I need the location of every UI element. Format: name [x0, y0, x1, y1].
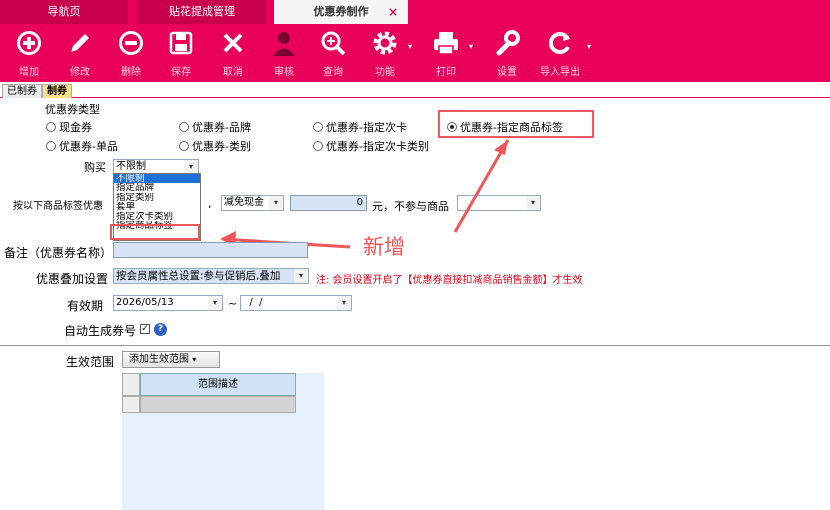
- auto-generate-label: 自动生成券号: [64, 324, 137, 338]
- scope-grid: 范围描述: [122, 373, 324, 510]
- date-range-tilde: ~: [228, 297, 238, 310]
- start-date-picker[interactable]: 2026/05/13 ▾: [113, 295, 223, 311]
- section-divider: [0, 345, 830, 346]
- remark-label: 备注（优惠券名称）: [4, 246, 113, 260]
- stack-note: 注: 会员设置开启了【优惠券直接扣减商品销售金额】才生效: [316, 275, 583, 286]
- stack-settings-value: 按会员属性总设置:参与促销后,叠加: [116, 270, 281, 282]
- end-date-picker[interactable]: / / ▾: [240, 295, 352, 311]
- chevron-down-icon: ▾: [337, 296, 351, 310]
- remark-input[interactable]: [113, 242, 308, 258]
- grid-column-header[interactable]: 范围描述: [140, 373, 296, 396]
- grid-row-header[interactable]: [122, 396, 140, 413]
- auto-generate-checkbox[interactable]: ✓: [140, 324, 150, 334]
- chevron-down-icon: ▾: [294, 269, 308, 283]
- end-date-value: / /: [243, 297, 263, 308]
- chevron-down-icon: ▾: [208, 296, 222, 310]
- start-date-value: 2026/05/13: [116, 297, 174, 308]
- chevron-down-icon: ▾: [192, 355, 197, 364]
- add-scope-button[interactable]: 添加生效范围 ▾: [122, 351, 220, 368]
- grid-corner: [122, 373, 140, 396]
- validity-label: 有效期: [67, 299, 104, 313]
- stack-settings-select[interactable]: 按会员属性总设置:参与促销后,叠加 ▾: [113, 268, 309, 284]
- annotation-new-label: 新增: [363, 235, 405, 259]
- scope-label: 生效范围: [66, 355, 115, 369]
- add-scope-button-label: 添加生效范围: [129, 354, 189, 365]
- stack-settings-label: 优惠叠加设置: [36, 272, 109, 286]
- table-row[interactable]: [140, 396, 296, 413]
- help-icon[interactable]: ?: [154, 323, 167, 336]
